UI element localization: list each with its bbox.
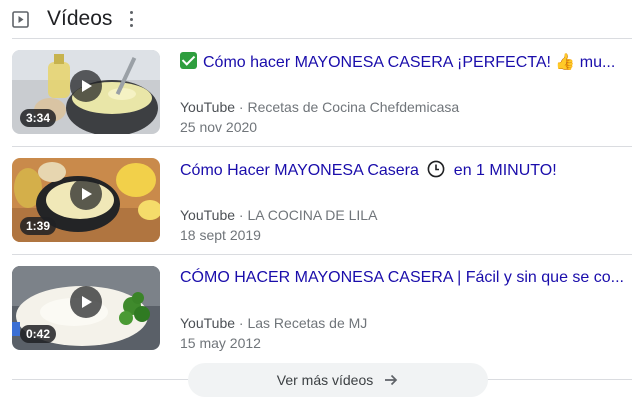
videos-header: Vídeos [12,6,134,32]
video-title-text: en 1 MINUTO! [453,162,557,179]
video-source: YouTube [180,315,236,331]
more-videos-label: Ver más vídeos [276,372,374,388]
video-title-text: CÓMO HACER MAYONESA CASERA | Fácil y sin… [180,269,624,286]
play-icon [70,178,102,210]
video-duration: 1:39 [20,217,57,235]
video-title[interactable]: Cómo hacer MAYONESA CASERA ¡PERFECTA! 👍 … [180,52,630,73]
video-duration: 0:42 [20,325,57,343]
divider [12,254,632,255]
more-vert-icon[interactable] [128,11,134,27]
play-icon [70,70,102,102]
clock-icon [427,160,445,178]
video-title-text: Cómo Hacer MAYONESA Casera [180,162,419,179]
video-thumbnail[interactable]: 3:34 [12,50,160,134]
more-videos-button[interactable]: Ver más vídeos [188,363,488,397]
video-date: 25 nov 2020 [180,119,258,135]
video-source: YouTube [180,207,236,223]
video-date: 18 sept 2019 [180,227,261,243]
play-icon [70,286,102,318]
video-title-text: Cómo hacer MAYONESA CASERA ¡PERFECTA! 👍 … [203,54,616,71]
separator: · [238,207,244,223]
check-mark-icon [180,52,197,69]
video-meta: YouTube · Recetas de Cocina Chefdemicasa [180,98,459,116]
video-result: 3:34 Cómo hacer MAYONESA CASERA ¡PERFECT… [12,50,632,135]
separator: · [238,99,244,115]
video-meta: YouTube · Las Recetas de MJ [180,314,367,332]
video-result: 0:42 CÓMO HACER MAYONESA CASERA | Fácil … [12,266,632,351]
video-channel: Recetas de Cocina Chefdemicasa [247,99,460,115]
video-channel: Las Recetas de MJ [247,315,368,331]
video-thumbnail[interactable]: 0:42 [12,266,160,350]
video-meta: YouTube · LA COCINA DE LILA [180,206,377,224]
video-title[interactable]: CÓMO HACER MAYONESA CASERA | Fácil y sin… [180,268,630,288]
video-source: YouTube [180,99,236,115]
video-result: 1:39 Cómo Hacer MAYONESA Casera en 1 MIN… [12,158,632,243]
separator: · [238,315,244,331]
arrow-right-icon [385,374,398,386]
video-date: 15 may 2012 [180,335,261,351]
video-title[interactable]: Cómo Hacer MAYONESA Casera en 1 MINUTO! [180,160,630,181]
video-channel: LA COCINA DE LILA [247,207,378,223]
section-title: Vídeos [47,7,113,30]
divider [12,38,632,39]
divider [12,146,632,147]
video-thumbnail[interactable]: 1:39 [12,158,160,242]
play-box-icon [12,10,29,28]
video-duration: 3:34 [20,109,57,127]
